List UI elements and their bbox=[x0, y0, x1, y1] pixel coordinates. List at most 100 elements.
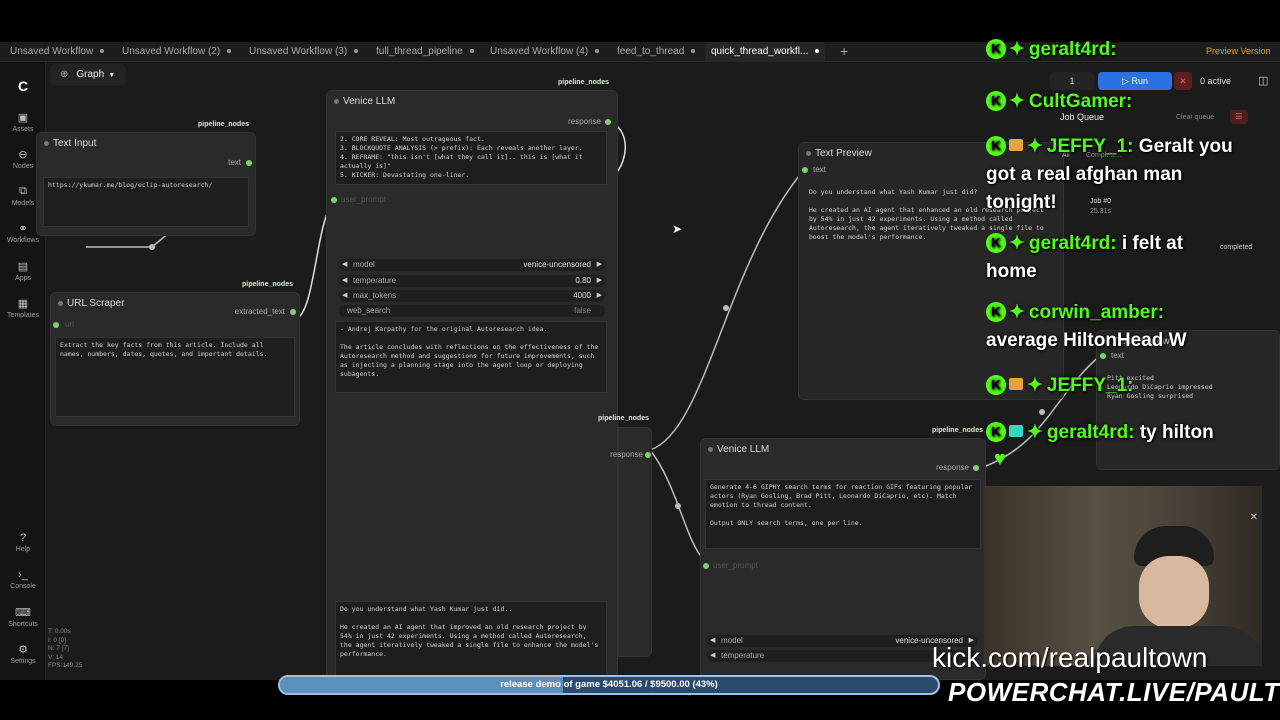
chat-message: K ✦ geralt4rd: ty hilton bbox=[986, 421, 1214, 444]
hidden-node-partial[interactable]: pipeline_nodes response bbox=[598, 415, 652, 657]
widget-label: temperature bbox=[353, 276, 397, 285]
tab-unsaved-workflow[interactable]: Unsaved Workflow bbox=[10, 42, 105, 62]
widget-value: 0.80 bbox=[575, 276, 591, 285]
output-port[interactable] bbox=[645, 452, 651, 458]
temperature-stepper[interactable]: ◀ temperature 0.80 ▶ bbox=[339, 275, 605, 287]
sidebar-item-label: Shortcuts bbox=[8, 621, 38, 628]
comfy-logo-icon[interactable]: C bbox=[0, 78, 46, 94]
sparkle-badge-icon: ✦ bbox=[1027, 136, 1043, 157]
kick-badge-icon: K bbox=[986, 39, 1006, 59]
tier-badge-icon bbox=[1009, 425, 1023, 437]
sidebar-item-shortcuts[interactable]: ⌨ Shortcuts bbox=[0, 606, 46, 628]
input-port[interactable] bbox=[53, 322, 59, 328]
system-prompt-textarea[interactable]: Generate 4-6 GIPHY search terms for reac… bbox=[705, 479, 981, 549]
console-icon: ›_ bbox=[18, 569, 28, 581]
shortcuts-icon: ⌨ bbox=[15, 607, 31, 619]
unsaved-dot-icon bbox=[595, 49, 600, 54]
input-port-label: text bbox=[813, 165, 826, 174]
sparkle-badge-icon: ✦ bbox=[1009, 302, 1025, 323]
decrement-arrow-icon: ◀ bbox=[342, 261, 348, 268]
gift-badge-icon bbox=[1009, 139, 1023, 151]
output-port[interactable] bbox=[973, 465, 979, 471]
chat-username: corwin_amber: bbox=[1028, 302, 1165, 323]
view-mode-label: Graph bbox=[76, 69, 105, 80]
chat-username: geralt4rd: bbox=[1028, 233, 1117, 254]
sidebar-item-label: Console bbox=[10, 583, 36, 590]
sidebar-item-settings[interactable]: ⚙ Settings bbox=[0, 643, 46, 665]
view-mode-dropdown[interactable]: ⊕ Graph ▼ bbox=[50, 64, 126, 86]
tab-quick-thread-workflow[interactable]: quick_thread_workfl... bbox=[705, 42, 826, 62]
url-textarea[interactable]: https://ykumar.me/blog/eclip-autoresearc… bbox=[43, 177, 249, 227]
new-tab-plus-icon[interactable]: + bbox=[840, 42, 848, 62]
kick-badge-icon: K bbox=[986, 302, 1006, 322]
chat-text: got a real afghan man bbox=[986, 164, 1183, 185]
system-prompt-textarea[interactable]: 2. CORE REVEAL: Most outrageous fact. 3.… bbox=[335, 131, 607, 185]
response-preview-textarea[interactable]: - Andrej Karpathy for the original Autor… bbox=[335, 321, 607, 393]
max-tokens-stepper[interactable]: ◀ max_tokens 4000 ▶ bbox=[339, 290, 605, 302]
sidebar-item-templates[interactable]: ▦ Templates bbox=[0, 297, 46, 319]
tab-label: Unsaved Workflow bbox=[10, 46, 94, 57]
output-port[interactable] bbox=[605, 119, 611, 125]
widget-value: 4000 bbox=[573, 291, 591, 300]
output-port[interactable] bbox=[246, 160, 252, 166]
web-search-toggle[interactable]: web_search false bbox=[339, 305, 605, 317]
tab-unsaved-workflow-4[interactable]: Unsaved Workflow (4) bbox=[490, 42, 600, 62]
model-select[interactable]: ◀ model venice-uncensored ▶ bbox=[339, 259, 605, 271]
chat-text: average HiltonHead W bbox=[986, 330, 1187, 351]
widget-label: model bbox=[353, 260, 375, 269]
increment-arrow-icon: ▶ bbox=[596, 277, 602, 284]
output-port-label: text bbox=[228, 158, 241, 167]
sidebar-item-label: Help bbox=[15, 546, 31, 553]
chat-text: i felt at bbox=[1121, 233, 1184, 254]
stat-line: T: 0.00s bbox=[48, 628, 71, 635]
input-port[interactable] bbox=[331, 197, 337, 203]
tab-unsaved-workflow-2[interactable]: Unsaved Workflow (2) bbox=[122, 42, 232, 62]
node-title: Venice LLM bbox=[701, 439, 985, 461]
chat-username: JEFFY_1: bbox=[1046, 375, 1134, 396]
prompt-textarea[interactable]: Extract the key facts from this article.… bbox=[55, 337, 295, 417]
chat-message: K ✦ CultGamer: bbox=[986, 90, 1132, 113]
kick-url: kick.com/realpaultown bbox=[932, 642, 1208, 673]
thread-output-textarea[interactable]: Do you understand what Yash Kumar just d… bbox=[335, 601, 607, 677]
sidebar-item-label: Nodes bbox=[12, 163, 34, 170]
tab-feed-to-thread[interactable]: feed_to_thread bbox=[617, 42, 696, 62]
sidebar-item-label: Templates bbox=[7, 312, 39, 319]
input-port[interactable] bbox=[703, 563, 709, 569]
kick-badge-icon: K bbox=[986, 375, 1006, 395]
sparkle-badge-icon: ✦ bbox=[1009, 233, 1025, 254]
output-port-label: response bbox=[568, 117, 601, 126]
tab-full-thread-pipeline[interactable]: full_thread_pipeline bbox=[376, 42, 474, 62]
stat-line: I: 0 [0] bbox=[48, 636, 67, 644]
output-port[interactable] bbox=[290, 309, 296, 315]
sidebar-item-assets[interactable]: ▣ Assets bbox=[0, 111, 46, 133]
input-port[interactable] bbox=[802, 167, 808, 173]
mouse-cursor-icon: ➤ bbox=[672, 222, 683, 236]
widget-label: web_search bbox=[347, 306, 391, 315]
chat-message: K ✦ geralt4rd: bbox=[986, 38, 1117, 61]
unsaved-dot-icon bbox=[691, 49, 696, 54]
tab-label: Unsaved Workflow (2) bbox=[122, 46, 221, 57]
apps-icon: ▤ bbox=[17, 261, 29, 273]
sidebar-item-label: Settings bbox=[10, 658, 36, 665]
sparkle-badge-icon: ✦ bbox=[1009, 39, 1025, 60]
tab-label: feed_to_thread bbox=[617, 46, 685, 57]
sparkle-badge-icon: ✦ bbox=[1027, 422, 1043, 443]
templates-icon: ▦ bbox=[17, 298, 29, 310]
text-input-node[interactable]: Text Input pipeline_nodes text https://y… bbox=[36, 121, 256, 236]
chat-text: Geralt you bbox=[1138, 136, 1233, 157]
sidebar-item-apps[interactable]: ▤ Apps bbox=[0, 260, 46, 282]
sidebar-item-help[interactable]: ? Help bbox=[0, 532, 46, 553]
increment-arrow-icon: ▶ bbox=[596, 292, 602, 299]
chevron-down-icon: ▼ bbox=[108, 72, 116, 79]
sidebar-item-console[interactable]: ›_ Console bbox=[0, 569, 46, 590]
chat-text: tonight! bbox=[986, 192, 1057, 213]
graph-icon: ⊕ bbox=[60, 69, 69, 80]
unsaved-dot-icon bbox=[469, 49, 474, 54]
chat-username: geralt4rd: bbox=[1028, 39, 1117, 60]
tab-label: Unsaved Workflow (3) bbox=[249, 46, 348, 57]
venice-llm-node[interactable]: Venice LLM pipeline_nodes response 2. CO… bbox=[326, 79, 618, 680]
tab-unsaved-workflow-3[interactable]: Unsaved Workflow (3) bbox=[249, 42, 359, 62]
increment-arrow-icon: ▶ bbox=[596, 261, 602, 268]
heart-emote-icon: ♥ bbox=[994, 448, 1006, 470]
url-scraper-node[interactable]: URL Scraper pipeline_nodes url extracted… bbox=[50, 281, 300, 426]
